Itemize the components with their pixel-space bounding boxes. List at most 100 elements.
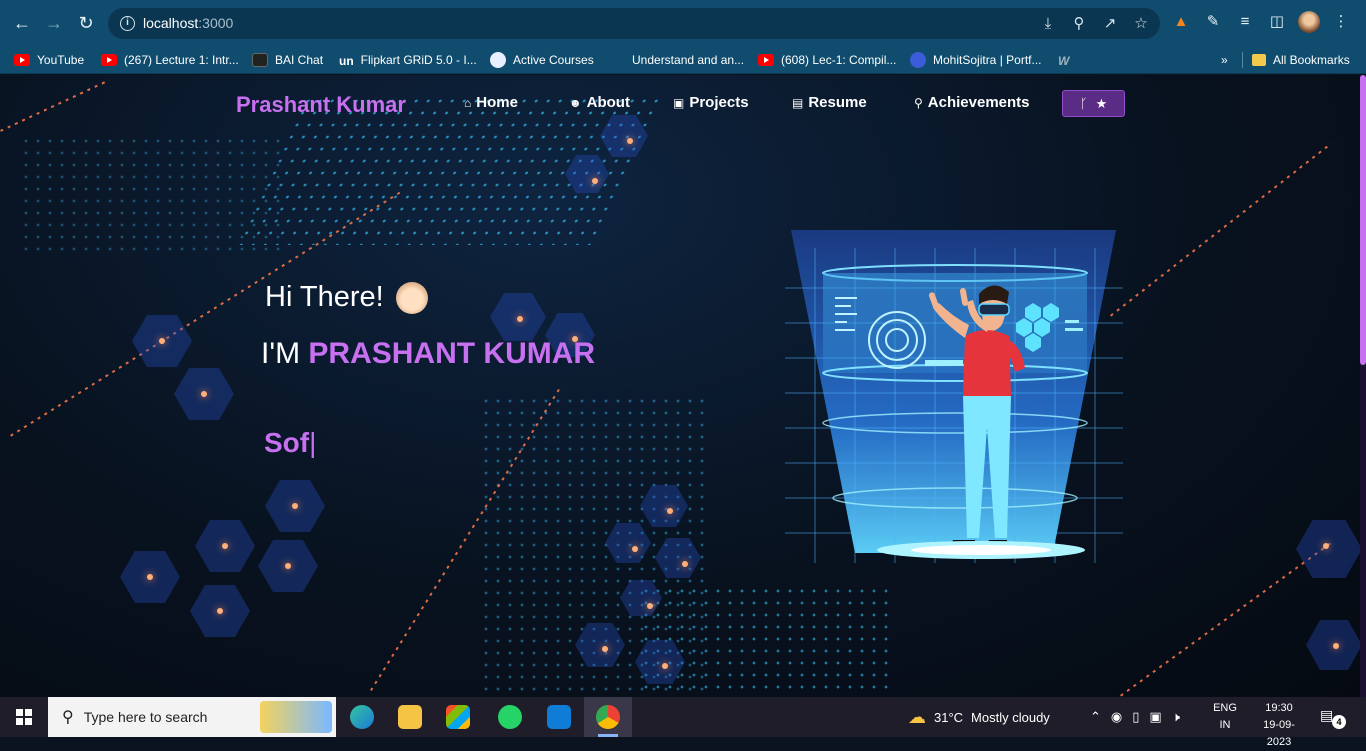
taskbar-vscode[interactable] — [535, 697, 583, 737]
search-placeholder: Type here to search — [83, 709, 208, 725]
hexagon-decoration — [1296, 520, 1362, 578]
vscode-icon — [547, 705, 571, 729]
vr-developer-illustration — [785, 230, 1123, 563]
share-icon[interactable]: ↗ — [1099, 13, 1121, 35]
nav-home[interactable]: ⌂ Home — [464, 94, 518, 111]
taskbar-store[interactable] — [434, 697, 482, 737]
nav-resume[interactable]: ▤ Resume — [792, 94, 867, 111]
bookmark-star-icon[interactable]: ☆ — [1130, 13, 1152, 35]
particle-field — [20, 135, 280, 255]
edge-icon — [350, 705, 374, 729]
search-highlight-icon — [260, 701, 332, 733]
region-code: IN — [1219, 719, 1231, 731]
taskbar-search[interactable]: ⚲ Type here to search — [48, 697, 336, 737]
all-bookmarks-button[interactable]: All Bookmarks — [1252, 51, 1350, 69]
extensions-icon[interactable]: ✎ — [1202, 11, 1224, 33]
start-button[interactable] — [0, 697, 48, 737]
taskbar-chrome[interactable] — [584, 697, 632, 737]
zoom-icon[interactable]: ⚲ — [1068, 13, 1090, 35]
language-indicator[interactable]: ENG IN — [1210, 700, 1240, 734]
document-icon: ▤ — [792, 95, 804, 110]
hexagon-decoration — [258, 540, 318, 592]
typewriter-text: Sof| — [264, 427, 316, 459]
bookmark-active-courses[interactable]: Active Courses — [490, 51, 594, 69]
bookmarks-overflow-button[interactable]: » — [1221, 51, 1228, 69]
chevron-up-icon[interactable]: ⌃ — [1090, 709, 1101, 725]
network-icon[interactable]: ▣ — [1149, 709, 1161, 725]
bookmark-mohit-portfolio[interactable]: MohitSojitra | Portf... — [910, 51, 1042, 69]
reload-icon[interactable]: ↻ — [74, 11, 98, 35]
bookmarks-bar: YouTube (267) Lecture 1: Intr... BAI Cha… — [0, 46, 1366, 74]
page-scrollbar[interactable] — [1360, 75, 1366, 697]
site-brand[interactable]: Prashant Kumar — [236, 92, 406, 118]
install-app-icon[interactable]: ⤓ — [1037, 13, 1059, 35]
search-icon: ⚲ — [62, 709, 74, 726]
portfolio-icon — [910, 52, 926, 68]
menu-icon[interactable]: ⋮ — [1330, 11, 1352, 33]
battery-icon[interactable]: ▯ — [1132, 709, 1139, 725]
blank-page-icon — [609, 54, 625, 66]
profile-avatar[interactable] — [1298, 11, 1320, 33]
notification-center[interactable]: ▤ 4 — [1320, 707, 1346, 729]
hexagon-decoration — [174, 368, 234, 420]
nav-about[interactable]: ☻ About — [569, 94, 630, 111]
hexagon-decoration — [1306, 620, 1362, 670]
hexagon-decoration — [190, 585, 250, 637]
forward-icon[interactable]: → — [42, 11, 66, 35]
intro-name: PRASHANT KUMAR — [308, 337, 596, 370]
youtube-icon — [14, 54, 30, 66]
nav-achievements[interactable]: ⚲ Achievements — [914, 94, 1030, 111]
typed-text: Sof — [264, 427, 310, 458]
bai-icon — [252, 53, 268, 67]
whatsapp-icon — [498, 705, 522, 729]
windows-taskbar: ⚲ Type here to search ☁ 31°C Mostly clou… — [0, 697, 1366, 748]
taskbar-file-explorer[interactable] — [386, 697, 434, 737]
taskbar-edge[interactable] — [338, 697, 386, 737]
bookmark-bai-chat[interactable]: BAI Chat — [252, 51, 323, 69]
w-logo-icon: W — [1058, 54, 1070, 68]
taskbar-clock[interactable]: 19:30 19-09-2023 — [1255, 700, 1303, 751]
nav-projects[interactable]: ▣ Projects — [673, 94, 749, 111]
taskbar-whatsapp[interactable] — [486, 697, 534, 737]
waving-hand-icon — [395, 281, 428, 314]
browser-toolbar: ← → ↻ i localhost:3000 ⤓ ⚲ ↗ ☆ ▲ ✎ ≡ ◫ ⋮ — [0, 0, 1366, 46]
volume-icon[interactable]: 🕨 — [1172, 709, 1180, 725]
weather-widget[interactable]: ☁ 31°C Mostly cloudy — [908, 697, 1050, 737]
bookmark-flipkart-grid[interactable]: un Flipkart GRiD 5.0 - I... — [339, 51, 477, 69]
chrome-icon — [596, 705, 620, 729]
reading-list-icon[interactable]: ≡ — [1234, 11, 1256, 33]
scrollbar-thumb[interactable] — [1360, 75, 1366, 365]
bookmark-w[interactable]: W — [1058, 51, 1069, 69]
back-icon[interactable]: ← — [10, 11, 34, 35]
site-info-icon[interactable]: i — [120, 16, 135, 31]
address-bar[interactable]: i localhost:3000 ⤓ ⚲ ↗ ☆ — [108, 8, 1160, 39]
light-streak — [1110, 142, 1332, 317]
unstop-icon: un — [339, 54, 354, 68]
language-code: ENG — [1213, 702, 1237, 714]
projects-icon: ▣ — [673, 95, 685, 110]
folder-icon — [398, 705, 422, 729]
site-navbar: Prashant Kumar ⌂ Home ☻ About ▣ Projects ▤ R… — [0, 75, 1360, 133]
github-fork-button[interactable]: ᚴ ★ — [1062, 90, 1125, 117]
clock-time: 19:30 — [1265, 702, 1293, 714]
intro-prefix: I'M — [261, 337, 301, 370]
notification-badge: 4 — [1332, 715, 1346, 729]
user-icon: ☻ — [569, 95, 582, 110]
bookmark-youtube[interactable]: YouTube — [14, 51, 84, 69]
bookmark-compiler-lecture[interactable]: (608) Lec-1: Compil... — [758, 51, 896, 69]
system-tray: ⌃ ◉ ▯ ▣ 🕨 — [1090, 697, 1180, 737]
bookmark-lecture[interactable]: (267) Lecture 1: Intr... — [101, 51, 239, 69]
hero-intro: I'M PRASHANT KUMAR — [261, 337, 595, 371]
side-panel-icon[interactable]: ◫ — [1266, 11, 1288, 33]
partly-cloudy-icon: ☁ — [908, 706, 926, 727]
hexagon-decoration — [195, 520, 255, 572]
store-icon — [446, 705, 470, 729]
mic-icon[interactable]: ◉ — [1111, 709, 1122, 725]
light-streak — [1120, 542, 1332, 697]
metamask-icon[interactable]: ▲ — [1170, 11, 1192, 33]
hexagon-decoration — [265, 480, 325, 532]
star-icon: ★ — [1095, 95, 1108, 111]
typing-cursor: | — [309, 427, 317, 458]
url-text[interactable]: localhost:3000 — [143, 15, 233, 31]
bookmark-understand[interactable]: Understand and an... — [609, 51, 744, 69]
